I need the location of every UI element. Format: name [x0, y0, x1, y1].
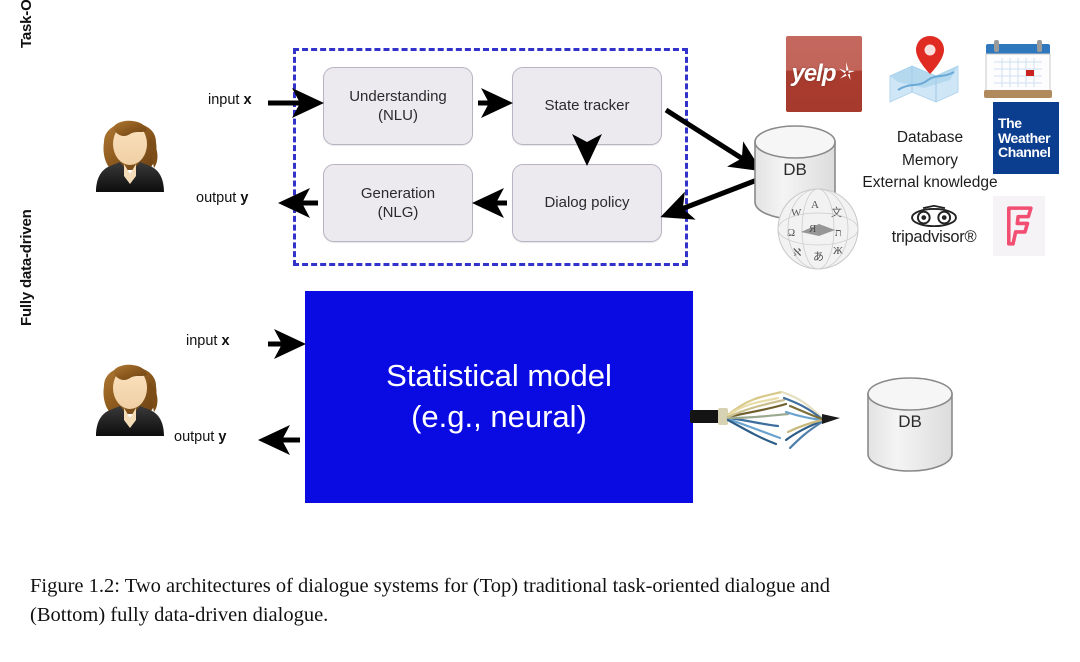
network-cable-illustration [690, 390, 840, 450]
arrow-db-to-policy [660, 177, 758, 220]
caption-line-2: (Bottom) fully data-driven dialogue. [30, 604, 329, 627]
svg-text:ת: ת [835, 227, 842, 239]
tripadvisor-logo: tripadvisor® [890, 205, 978, 263]
figure-caption: Figure 1.2: Two architectures of dialogu… [30, 572, 1060, 630]
calendar-logo [980, 36, 1056, 108]
svg-text:あ: あ [813, 250, 824, 263]
weather-logo-line-1: The [998, 114, 1022, 131]
arrow-state-to-db [664, 107, 763, 172]
tripadvisor-logo-label: tripadvisor® [891, 228, 977, 246]
maps-logo [884, 30, 964, 110]
foursquare-logo [993, 196, 1045, 256]
yelp-logo: yelp [786, 36, 862, 112]
svg-text:A: A [811, 199, 819, 211]
wikipedia-logo: WA文 ΩЯת ℵあЖ [775, 186, 861, 272]
figure-canvas: Task-Oriented Dialog Fully data-driven [0, 0, 1080, 560]
yelp-logo-label: yelp [791, 60, 836, 87]
weather-logo-line-3: Channel [998, 144, 1051, 161]
weather-logo-line-2: Weather [998, 129, 1051, 146]
svg-text:Ж: Ж [833, 245, 843, 257]
weather-channel-logo: The Weather Channel [993, 102, 1059, 174]
database-label: DB [783, 160, 807, 180]
caption-line-1: Figure 1.2: Two architectures of dialogu… [30, 575, 831, 597]
svg-text:W: W [791, 207, 802, 219]
